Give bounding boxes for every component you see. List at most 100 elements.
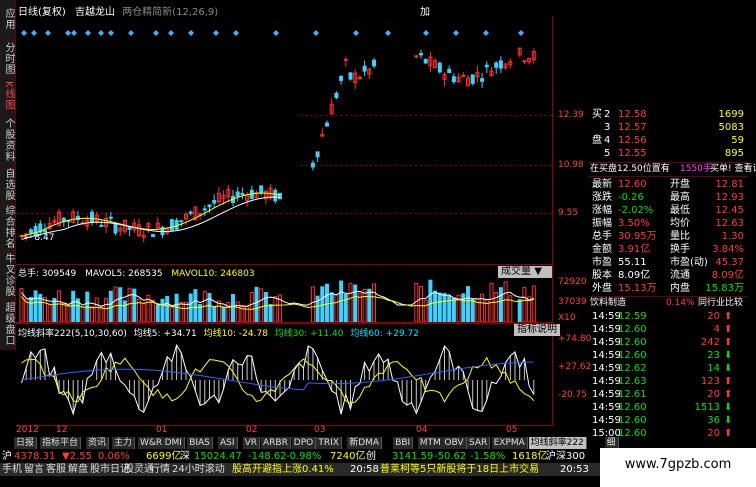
signal-diamond [21,30,27,36]
signal-diamond [188,30,194,36]
arrow-up-icon: ⬆ [724,428,733,439]
tick-volume: 1513 [694,402,720,413]
sector-change: 0.14% [666,298,695,308]
candle-body [278,192,282,200]
quote-value: 45.37 [715,257,744,268]
indicator-tab[interactable]: VR [242,437,261,449]
tick-row: 14:59 12.60 242 ⬆ [588,336,748,349]
volume-bar [498,287,503,322]
indicator-tab[interactable]: 指标平台 [40,437,82,449]
volume-bar [216,300,221,322]
sector-row[interactable]: 饮料制造 0.14% 同行业比较 [588,296,748,310]
alert-text: 在买盘12.50位置有 [590,164,670,174]
indicator-help-button[interactable]: 指标说明 [514,324,560,336]
orderbook-level: 3 [604,122,611,133]
signal-diamond [423,30,429,36]
quote-label: 市盈 [592,257,612,268]
tick-row: 14:59 12.60 1513 ⬇ [588,401,748,414]
volume-bar [249,291,254,322]
indicator-tab[interactable]: MTM [417,437,444,449]
date-label: 01 [156,425,168,435]
quote-value: 1.30 [721,231,744,242]
orderbook-row[interactable]: 3 12.57 5083 [588,121,748,134]
tab-diagnosis[interactable]: 牛叉诊股 [0,252,14,299]
indicator-tab[interactable]: 资讯 [86,437,110,449]
taskbar-analysis[interactable]: 解盘 [68,463,88,476]
indicator-tab[interactable]: ARBR [261,437,291,449]
volume-bar [52,297,57,322]
volume-bar [113,286,118,322]
quote-value: 12.60 [618,179,647,190]
tab-kline[interactable]: K线图 [0,78,14,115]
indicator-tab[interactable]: ASI [218,437,238,449]
candle-body [334,92,339,99]
indicator-tab[interactable]: 均线斜率222 [528,437,587,449]
tab-apps[interactable]: 应用 [0,0,14,39]
orderbook-row[interactable]: 买 2 12.58 1699 [588,108,748,121]
volume-bar [90,306,94,322]
candle-body [325,122,329,127]
taskbar-service[interactable]: 客服 [46,463,66,476]
arrow-up-icon: ⬆ [724,337,733,348]
volume-bar [132,288,137,322]
candle-body [108,216,113,219]
indicator-tab[interactable]: BBI [393,437,414,449]
tab-level2[interactable]: 超级盘口 [0,300,14,349]
volume-chart [19,279,536,322]
indicator-tab[interactable]: SAR [467,437,491,449]
indicator-tab[interactable]: 新DMA [347,437,383,449]
taskbar-market[interactable]: 行情 [150,463,170,476]
volume-bar [273,296,278,322]
tick-time: 14:59 [592,389,621,400]
tab-watchlist[interactable]: 自选股 [0,166,14,203]
signal-diamond [483,30,489,36]
taskbar-mobile[interactable]: 手机 [2,463,22,476]
quote-row: 振幅 3.50% 均价 12.63 [588,217,748,230]
indicator-tab[interactable]: 日报 [14,437,38,449]
volume-bar [329,292,334,322]
orderbook-side: 盘 [592,135,602,146]
indicator-tab[interactable]: DMI [162,437,185,449]
quote-value: 12.93 [715,192,744,203]
indicator-tab[interactable]: BIAS [187,437,213,449]
tab-ranking[interactable]: 综合排名 [0,204,14,251]
candle-body [470,74,475,84]
indicator-tab[interactable]: W&R [138,437,166,449]
volume-bar [207,293,212,322]
industry-compare-link[interactable]: 同行业比较 [698,297,743,310]
indicator-tab[interactable]: 主力 [112,437,136,449]
orderbook-row[interactable]: 盘 4 12.56 59 [588,134,748,147]
volume-bar [531,285,536,322]
indicator-tab[interactable]: EXPMA [491,437,528,449]
signal-diamond [518,30,524,36]
hs-amount: 1618亿 [512,451,548,462]
indicator-tab[interactable]: TRIX [316,437,342,449]
news-ticker-left[interactable]: 股高开避指上涨0.41% [232,463,334,476]
alert-link[interactable]: 买单! 查看详细 [710,163,756,176]
quote-value: 15.83万 [705,283,744,294]
tick-row: 14:59 12.60 4 ⬆ [588,323,748,336]
orderbook-level: 2 [604,109,611,120]
volume-bar [151,299,156,322]
news-ticker[interactable]: 普莱柯等5只新股将于18日上市交易 [380,463,539,476]
volume-bar [353,284,358,322]
tick-time: 14:59 [592,363,621,374]
tab-intraday[interactable]: 分时图 [0,40,14,77]
volume-bar [66,304,71,322]
tab-stock-info[interactable]: 个股资料 [0,116,14,165]
volume-bar [522,287,527,322]
taskbar-news-scroll[interactable]: 24小时滚动 [172,463,225,476]
big-order-alert[interactable]: 在买盘12.50位置有 1550手 买单! 查看详细 [588,162,756,177]
quote-value: 30.95万 [618,231,657,242]
quote-value: 12.45 [715,205,744,216]
indicator-tab[interactable]: OBV [442,437,467,449]
tick-volume: 4 [713,324,720,335]
volume-bar [179,301,184,322]
volume-bar [141,303,146,322]
indicator-tab[interactable]: DPO [291,437,317,449]
candle-body [212,199,217,204]
orderbook-row[interactable]: 5 12.55 895 [588,147,748,160]
volume-bar [367,288,372,322]
tick-price: 12.60 [618,428,647,439]
taskbar-message[interactable]: 留言 [24,463,44,476]
